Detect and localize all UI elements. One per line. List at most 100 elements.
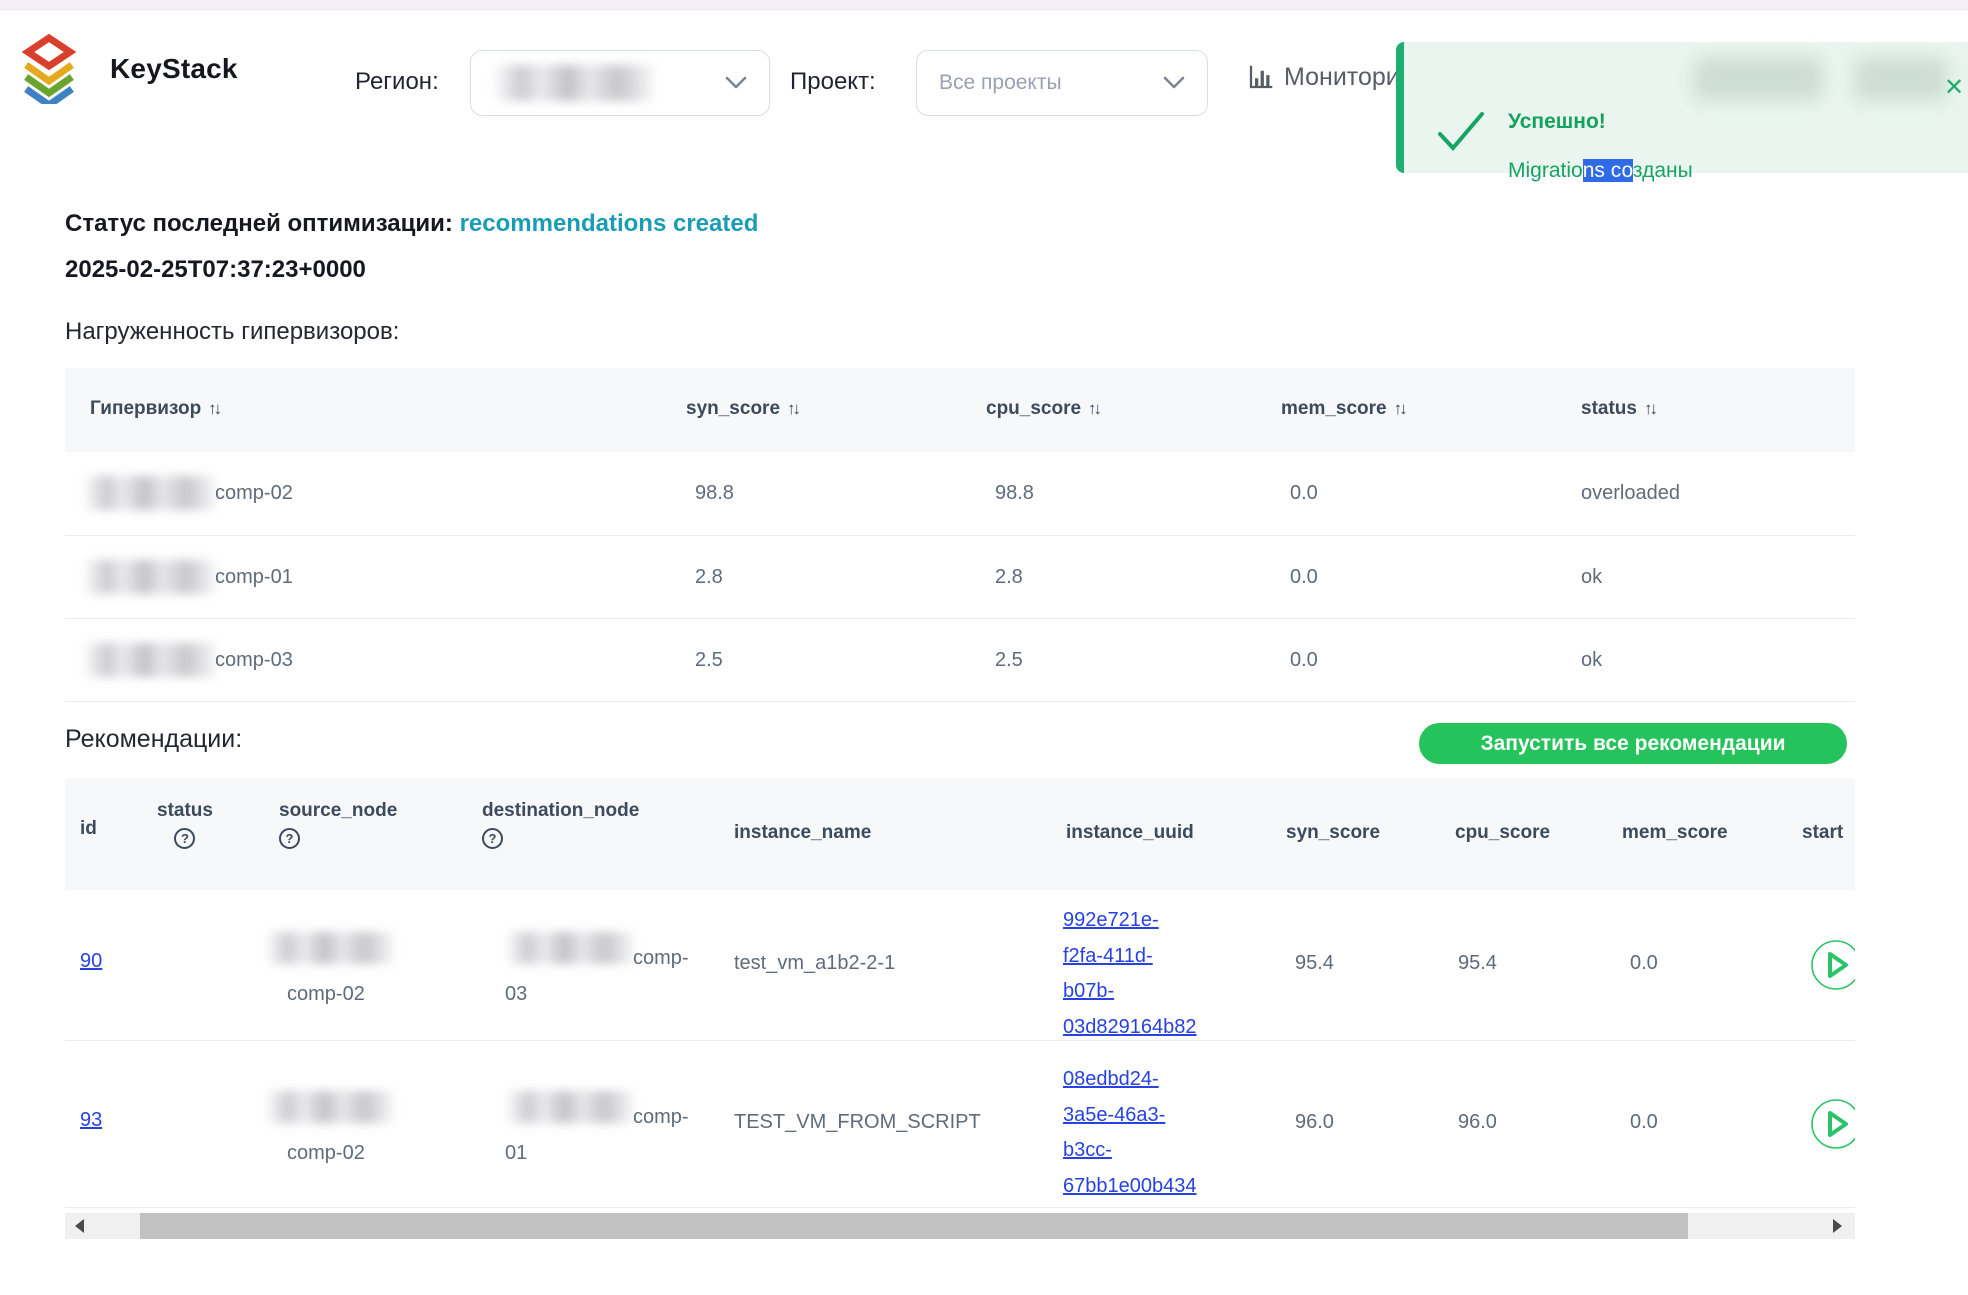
region-select[interactable] (470, 50, 770, 116)
source-node-cell: comp-02 (265, 932, 393, 1012)
col-label-destination-node: destination_node (482, 800, 639, 821)
sort-header-syn-score[interactable]: syn_score ↑↓ (686, 398, 798, 420)
col-label-cpu-score: cpu_score (986, 398, 1081, 419)
mem-score-value: 0.0 (1290, 649, 1318, 672)
col-header-cpu-score: cpu_score (1455, 822, 1550, 844)
hypervisors-section-title: Нагруженность гипервизоров: (65, 318, 399, 346)
redacted-node-prefix (265, 1091, 393, 1123)
hypervisor-name: comp-03 (83, 643, 293, 677)
keystack-logo-icon (22, 34, 76, 104)
toast-close-button[interactable]: ✕ (1944, 76, 1964, 100)
toast-message-prefix: Migratio (1508, 159, 1583, 182)
uuid-line: b07b- (1063, 974, 1196, 1010)
recommendation-id-link[interactable]: 90 (80, 950, 102, 973)
destination-node-part2: 03 (505, 983, 527, 1005)
bar-chart-icon (1246, 62, 1276, 92)
recommendation-id-link[interactable]: 93 (80, 1109, 102, 1132)
sort-icon: ↑↓ (1394, 399, 1405, 418)
success-toast: Успешно! Migrations созданы (1396, 42, 1968, 173)
col-header-id: id (80, 818, 97, 840)
run-all-recommendations-button[interactable]: Запустить все рекомендации (1419, 723, 1847, 764)
syn-score-value: 96.0 (1295, 1111, 1334, 1134)
instance-uuid-link[interactable]: 992e721e- f2fa-411d- b07b- 03d829164b82 (1063, 903, 1196, 1045)
syn-score-value: 95.4 (1295, 952, 1334, 975)
sort-icon: ↑↓ (1644, 399, 1655, 418)
optimization-status-label: Статус последней оптимизации: (65, 210, 453, 237)
region-label: Регион: (355, 68, 439, 96)
optimization-status-line: Статус последней оптимизации: recommenda… (65, 210, 758, 238)
brand-link[interactable]: KeyStack (22, 34, 238, 104)
uuid-line: b3cc- (1063, 1133, 1196, 1169)
help-icon[interactable]: ? (482, 828, 503, 849)
col-header-status: status? (157, 800, 213, 849)
instance-name-value: TEST_VM_FROM_SCRIPT (734, 1111, 981, 1134)
mem-score-value: 0.0 (1630, 1111, 1658, 1134)
region-value-redacted (493, 65, 653, 101)
uuid-line: 67bb1e00b434 (1063, 1169, 1196, 1205)
id-link-text: 90 (80, 950, 102, 972)
cpu-score-value: 2.8 (995, 566, 1023, 589)
col-header-syn-score: syn_score (1286, 822, 1380, 844)
uuid-line: 03d829164b82 (1063, 1010, 1196, 1046)
col-header-instance-name: instance_name (734, 822, 871, 844)
destination-node-part1: comp- (633, 1106, 689, 1128)
uuid-line: 3a5e-46a3- (1063, 1098, 1196, 1134)
toast-title: Успешно! (1508, 110, 1606, 134)
project-label: Проект: (790, 68, 876, 96)
toast-message-selected-text: ns со (1583, 159, 1633, 182)
sort-header-hypervisor[interactable]: Гипервизор↑↓ (90, 398, 219, 420)
start-migration-button[interactable] (1810, 939, 1855, 991)
col-label-status: status (157, 800, 213, 821)
col-label-mem-score: mem_score (1281, 398, 1387, 419)
syn-score-value: 2.5 (695, 649, 723, 672)
optimization-timestamp: 2025-02-25T07:37:23+0000 (65, 256, 366, 284)
redacted-node-prefix (265, 932, 393, 964)
instance-name-value: test_vm_a1b2-2-1 (734, 952, 895, 975)
sort-header-mem-score[interactable]: mem_score ↑↓ (1281, 398, 1405, 420)
help-icon[interactable]: ? (174, 828, 195, 849)
recommendations-table-header: id status? source_node? destination_node… (65, 778, 1855, 890)
project-selected-value: Все проекты (939, 71, 1062, 95)
destination-node-part1: comp- (633, 947, 689, 969)
status-value: ok (1581, 649, 1602, 672)
sort-header-status[interactable]: status ↑↓ (1581, 398, 1655, 420)
hypervisors-table-header: Гипервизор↑↓ syn_score↑↓ cpu_score↑↓ mem… (65, 368, 1855, 452)
syn-score-value: 98.8 (695, 482, 734, 505)
project-select[interactable]: Все проекты (916, 50, 1208, 116)
sort-icon: ↑↓ (1088, 399, 1099, 418)
optimization-status-value: recommendations created (460, 210, 759, 237)
hypervisor-row: comp-01 2.8 2.8 0.0 ok (65, 536, 1855, 619)
recommendation-row: 93 comp-02 comp-01 TEST_VM_FROM_SCRIPT 0… (65, 1041, 1855, 1208)
sort-header-cpu-score[interactable]: cpu_score ↑↓ (986, 398, 1099, 420)
status-value: overloaded (1581, 482, 1680, 505)
uuid-line: f2fa-411d- (1063, 939, 1196, 975)
uuid-line: 992e721e- (1063, 903, 1196, 939)
status-value: ok (1581, 566, 1602, 589)
scroll-right-arrow[interactable] (1833, 1219, 1842, 1233)
col-header-instance-uuid: instance_uuid (1066, 822, 1194, 844)
destination-node-cell: comp-01 (505, 1091, 689, 1171)
cpu-score-value: 98.8 (995, 482, 1034, 505)
scrollbar-thumb[interactable] (140, 1213, 1688, 1239)
toast-redacted-patch (1694, 58, 1822, 100)
col-label-status: status (1581, 398, 1637, 419)
hypervisor-name-suffix: comp-03 (215, 649, 293, 672)
redacted-name-prefix (83, 476, 215, 510)
cpu-score-value: 96.0 (1458, 1111, 1497, 1134)
col-label-hypervisor: Гипервизор (90, 398, 201, 419)
col-label-syn-score: syn_score (686, 398, 780, 419)
help-icon[interactable]: ? (279, 828, 300, 849)
hypervisor-name-suffix: comp-02 (215, 482, 293, 505)
success-check-icon (1436, 110, 1488, 152)
sort-icon: ↑↓ (787, 399, 798, 418)
scroll-left-arrow[interactable] (75, 1219, 84, 1233)
start-migration-button[interactable] (1810, 1098, 1855, 1150)
chevron-down-icon (725, 76, 747, 90)
mem-score-value: 0.0 (1630, 952, 1658, 975)
toast-message-suffix: зданы (1633, 159, 1693, 182)
instance-uuid-link[interactable]: 08edbd24- 3a5e-46a3- b3cc- 67bb1e00b434 (1063, 1062, 1196, 1204)
recommendation-row: 90 comp-02 comp- 03 test_vm_a1b2-2-1 992e… (65, 890, 1855, 1041)
horizontal-scrollbar[interactable] (65, 1213, 1855, 1239)
mem-score-value: 0.0 (1290, 482, 1318, 505)
redacted-node-prefix (505, 932, 633, 964)
